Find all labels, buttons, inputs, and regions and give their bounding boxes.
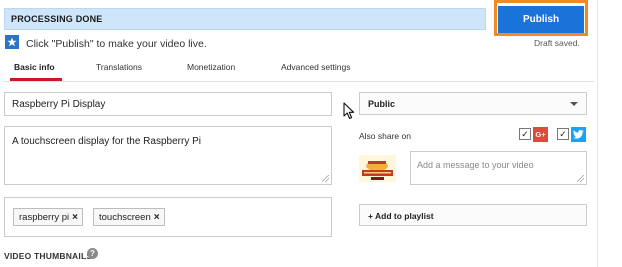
processing-status-text: PROCESSING DONE (11, 14, 103, 24)
title-input-value: Raspberry Pi Display (12, 99, 106, 110)
tag-chip: touchscreen × (93, 208, 165, 226)
privacy-selected-value: Public (368, 99, 396, 109)
chevron-down-icon (570, 102, 578, 106)
tab-translations[interactable]: Translations (96, 62, 142, 72)
remove-tag-icon[interactable]: × (154, 212, 160, 223)
tab-advanced-settings[interactable]: Advanced settings (281, 62, 350, 72)
also-share-label: Also share on (359, 131, 411, 141)
question-icon[interactable]: ? (87, 248, 98, 259)
right-divider (597, 0, 598, 267)
twitter-share-checkbox[interactable]: ✓ (557, 128, 569, 140)
channel-avatar (359, 155, 396, 182)
remove-tag-icon[interactable]: × (72, 212, 78, 223)
star-icon (5, 35, 19, 49)
video-thumbnails-label: VIDEO THUMBNAILS (4, 251, 93, 261)
active-tab-indicator (10, 78, 62, 81)
tag-label: raspberry pi (19, 212, 70, 223)
publish-button[interactable]: Publish (498, 6, 584, 33)
tab-basic-info[interactable]: Basic info (14, 62, 55, 72)
description-value: A touchscreen display for the Raspberry … (12, 136, 201, 147)
tag-chip: raspberry pi × (13, 208, 84, 226)
title-input[interactable]: Raspberry Pi Display (4, 92, 332, 116)
share-message-input[interactable]: Add a message to your video (410, 151, 587, 185)
tab-bar: Basic info Translations Monetization Adv… (4, 56, 594, 82)
share-message-placeholder: Add a message to your video (417, 160, 534, 170)
tag-label: touchscreen (99, 212, 151, 223)
add-to-playlist-button[interactable]: + Add to playlist (359, 204, 587, 226)
twitter-icon (571, 127, 586, 142)
mouse-pointer-icon (343, 102, 355, 120)
draft-status: Draft saved. (534, 38, 580, 48)
privacy-dropdown[interactable]: Public (359, 92, 587, 115)
description-textarea[interactable]: A touchscreen display for the Raspberry … (4, 126, 332, 185)
google-plus-icon: G+ (533, 127, 548, 142)
publish-hint: Click "Publish" to make your video live. (26, 38, 207, 50)
resize-grip-icon[interactable] (322, 175, 329, 182)
tab-monetization[interactable]: Monetization (187, 62, 235, 72)
resize-grip-icon[interactable] (577, 175, 584, 182)
processing-status-bar: PROCESSING DONE (4, 8, 486, 30)
google-plus-share-checkbox[interactable]: ✓ (519, 128, 531, 140)
